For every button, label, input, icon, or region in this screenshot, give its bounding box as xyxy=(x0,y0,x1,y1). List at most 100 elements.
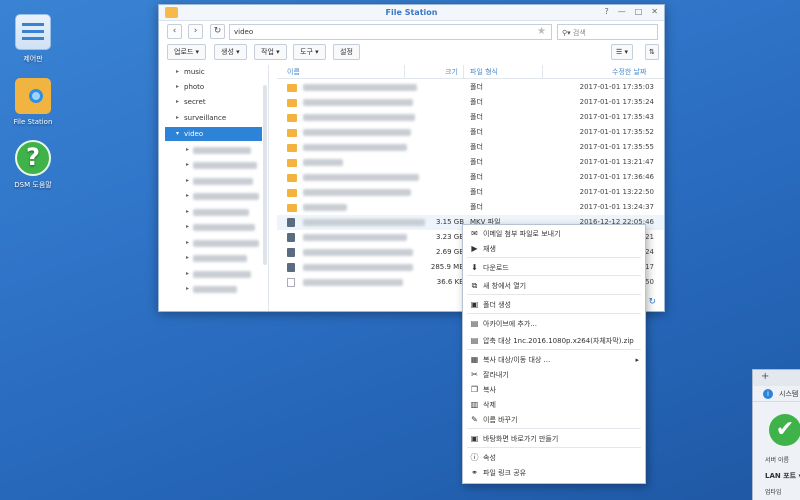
folder-row[interactable]: 폴더 2017-01-01 13:22:50 xyxy=(277,185,664,200)
collapse-arrow-icon[interactable]: ▾ xyxy=(176,127,179,141)
refresh-button[interactable]: ↻ xyxy=(210,24,225,39)
file-name-redacted xyxy=(303,264,413,271)
menu-item-play[interactable]: ▶ 재생 xyxy=(463,242,645,256)
menu-separator xyxy=(467,447,641,448)
folder-row[interactable]: 폴더 2017-01-01 13:21:47 xyxy=(277,155,664,170)
menu-item-copy-move[interactable]: ▦ 복사 대상/이동 대상 ... ▸ xyxy=(463,353,645,367)
folder-icon xyxy=(287,204,297,212)
compress-icon: ▤ xyxy=(470,336,479,345)
desktop-icon-label: File Station xyxy=(13,118,53,126)
file-list-header: 이름 크기 파일 형식 수정한 날짜 xyxy=(277,65,664,79)
upload-button[interactable]: 업로드 ▾ xyxy=(167,44,207,60)
menu-item-compress[interactable]: ▤ 압축 대상 1nc.2016.1080p.x264(자체자막).zip xyxy=(463,334,645,348)
tree-item-label: video xyxy=(184,130,204,138)
menu-separator xyxy=(467,275,641,276)
path-input[interactable]: video ★ xyxy=(229,24,552,40)
file-modified: 2017-01-01 17:35:52 xyxy=(579,128,654,136)
sort-button[interactable]: ⇅ xyxy=(645,44,659,60)
tree-subitem[interactable]: ▸ xyxy=(159,205,268,219)
tree-item-surveillance[interactable]: ▸ surveillance xyxy=(159,111,268,125)
tree-subitem[interactable]: ▸ xyxy=(159,158,268,172)
window-titlebar[interactable]: File Station ? — □ ✕ xyxy=(159,5,664,21)
tree-item-video[interactable]: ▾ video xyxy=(165,127,262,141)
tree-scrollbar[interactable] xyxy=(263,85,267,265)
add-widget-button[interactable]: + xyxy=(753,370,800,386)
create-button[interactable]: 생성 ▾ xyxy=(214,44,247,60)
folder-row[interactable]: 폴더 2017-01-01 17:35:03 xyxy=(277,80,664,95)
settings-button[interactable]: 설정 xyxy=(333,44,360,60)
help-button[interactable]: ? xyxy=(604,7,608,16)
tree-item-photo[interactable]: ▸ photo xyxy=(159,80,268,94)
file-modified: 2017-01-01 13:24:37 xyxy=(579,203,654,211)
tree-subitem[interactable]: ▸ xyxy=(159,236,268,250)
desktop-icon-file-station[interactable]: File Station xyxy=(3,78,63,126)
view-mode-button[interactable]: ☰ ▾ xyxy=(611,44,634,60)
menu-item-cut[interactable]: ✂ 잘라내기 xyxy=(463,368,645,382)
tree-subitem[interactable]: ▸ xyxy=(159,220,268,234)
folder-icon xyxy=(287,129,297,137)
tree-subitem[interactable]: ▸ xyxy=(159,174,268,188)
file-name-redacted xyxy=(303,99,413,106)
forward-button[interactable]: › xyxy=(188,24,203,39)
file-name-redacted xyxy=(303,204,347,211)
file-type: 폴더 xyxy=(470,113,483,121)
rename-icon: ✎ xyxy=(471,415,478,424)
folder-row[interactable]: 폴더 2017-01-01 17:35:24 xyxy=(277,95,664,110)
menu-item-delete[interactable]: ▥ 삭제 xyxy=(463,398,645,412)
menu-item-archive[interactable]: ▤ 아카이브에 추가... xyxy=(463,317,645,331)
menu-item-download[interactable]: ⬇ 다운로드 xyxy=(463,261,645,275)
back-button[interactable]: ‹ xyxy=(167,24,182,39)
file-size: 285.9 MB xyxy=(430,263,464,271)
menu-item-info[interactable]: ⓘ 속성 xyxy=(463,451,645,465)
tree-subitem[interactable]: ▸ xyxy=(159,282,268,296)
menu-item-email[interactable]: ✉ 이메일 첨부 파일로 보내기 xyxy=(463,227,645,241)
expand-arrow-icon[interactable]: ▸ xyxy=(176,95,179,109)
desktop-icon-dsm-help[interactable]: ? DSM 도움말 xyxy=(3,140,63,190)
column-modified[interactable]: 수정한 날짜 xyxy=(612,67,646,77)
maximize-button[interactable]: □ xyxy=(635,7,643,16)
search-input[interactable]: ⚲▾ 검색 xyxy=(557,24,658,40)
tree-subitem[interactable]: ▸ xyxy=(159,189,268,203)
column-size[interactable]: 크기 xyxy=(445,67,458,77)
tree-subitem[interactable]: ▸ xyxy=(159,143,268,157)
refresh-icon[interactable]: ↻ xyxy=(648,297,656,307)
folder-row[interactable]: 폴더 2017-01-01 17:35:55 xyxy=(277,140,664,155)
tree-subitem[interactable]: ▸ xyxy=(159,267,268,281)
tools-button[interactable]: 도구 ▾ xyxy=(293,44,326,60)
folder-row[interactable]: 폴더 2017-01-01 17:35:52 xyxy=(277,125,664,140)
column-name[interactable]: 이름 xyxy=(287,67,300,77)
action-toolbar: 업로드 ▾ 생성 ▾ 작업 ▾ 도구 ▾ 설정 ☰ ▾ ⇅ xyxy=(159,43,664,63)
expand-arrow-icon[interactable]: ▸ xyxy=(176,65,179,79)
column-type[interactable]: 파일 형식 xyxy=(470,67,498,77)
folder-icon xyxy=(287,174,297,182)
menu-item-label: 잘라내기 xyxy=(483,371,509,379)
expand-arrow-icon[interactable]: ▸ xyxy=(176,80,179,94)
tree-item-music[interactable]: ▸ music xyxy=(159,65,268,79)
folder-row[interactable]: 폴더 2017-01-01 13:24:37 xyxy=(277,200,664,215)
menu-item-new-folder[interactable]: ▣ 폴더 생성 xyxy=(463,298,645,312)
menu-item-new-window[interactable]: ⧉ 새 창에서 열기 xyxy=(463,279,645,293)
action-button[interactable]: 작업 ▾ xyxy=(254,44,287,60)
menu-item-rename[interactable]: ✎ 이름 바꾸기 xyxy=(463,413,645,427)
folder-row[interactable]: 폴더 2017-01-01 17:35:43 xyxy=(277,110,664,125)
desktop-icon-control-panel[interactable]: 제어판 xyxy=(3,14,63,64)
tree-subitem[interactable]: ▸ xyxy=(159,251,268,265)
expand-arrow-icon[interactable]: ▸ xyxy=(176,111,179,125)
menu-item-label: 속성 xyxy=(483,454,496,462)
menu-item-share[interactable]: ⚭ 파일 링크 공유 xyxy=(463,466,645,480)
lan-port-label[interactable]: LAN 포트 ▾ xyxy=(765,471,800,481)
menu-item-label: 복사 xyxy=(483,386,496,394)
delete-icon: ▥ xyxy=(470,400,479,409)
menu-item-label: 바탕화면 바로가기 만들기 xyxy=(483,435,559,443)
file-modified: 2017-01-01 13:21:47 xyxy=(579,158,654,166)
minimize-button[interactable]: — xyxy=(618,7,626,16)
close-button[interactable]: ✕ xyxy=(651,7,658,16)
star-icon[interactable]: ★ xyxy=(537,26,546,37)
tree-item-label: surveillance xyxy=(184,114,227,122)
menu-item-label: 이름 바꾸기 xyxy=(483,416,518,424)
menu-item-copy[interactable]: ❐ 복사 xyxy=(463,383,645,397)
menu-item-shortcut[interactable]: ▣ 바탕화면 바로가기 만들기 xyxy=(463,432,645,446)
folder-row[interactable]: 폴더 2017-01-01 17:36:46 xyxy=(277,170,664,185)
file-type: 폴더 xyxy=(470,188,483,196)
tree-item-secret[interactable]: ▸ secret xyxy=(159,95,268,109)
